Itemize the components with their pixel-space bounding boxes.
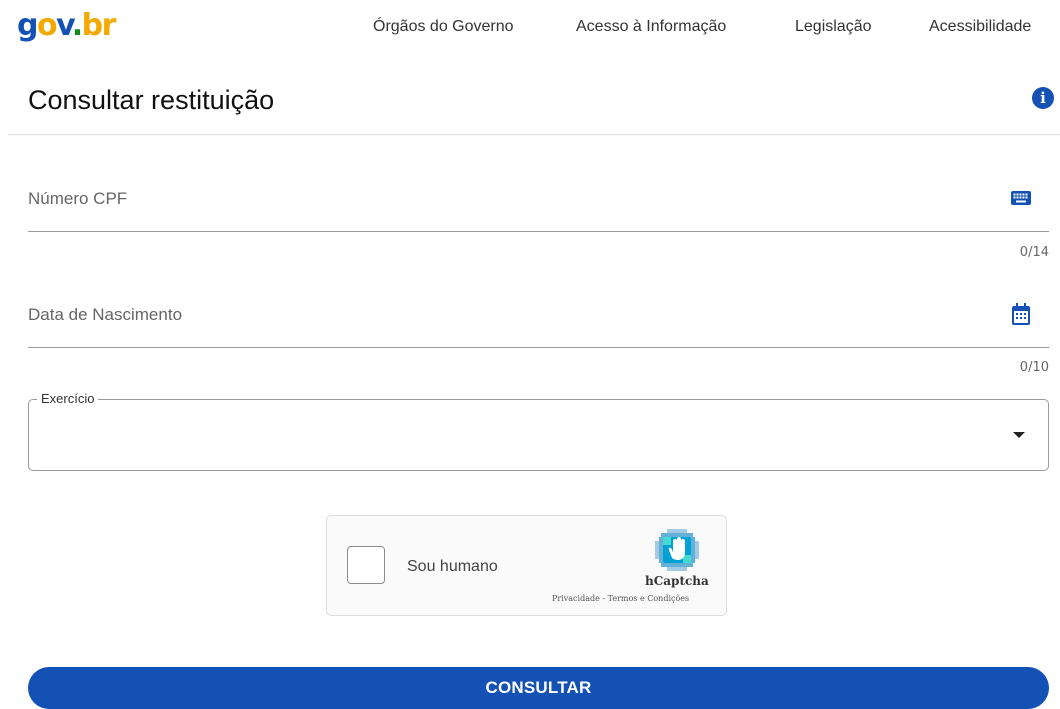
captcha-checkbox[interactable] (347, 546, 385, 584)
birthdate-field[interactable]: Data de Nascimento 0/10 (28, 287, 1049, 387)
keyboard-icon[interactable] (1011, 191, 1031, 205)
nav-link-legislacao[interactable]: Legislação (795, 18, 872, 36)
hcaptcha-widget: Sou humano hCaptcha Privacidade - Termos… (326, 515, 727, 616)
exercicio-select[interactable]: Exercício (28, 391, 1049, 471)
cpf-underline (28, 231, 1049, 232)
logo-letter-g: g (17, 8, 38, 43)
birthdate-counter: 0/10 (1019, 360, 1049, 375)
page-title-bar: Consultar restituição i (8, 62, 1060, 135)
hcaptcha-logo-icon (655, 529, 699, 571)
page-title: Consultar restituição (28, 85, 275, 115)
birthdate-label: Data de Nascimento (28, 305, 183, 324)
captcha-privacy-terms-links[interactable]: Privacidade - Termos e Condições (552, 594, 689, 603)
birthdate-underline (28, 347, 1049, 348)
logo-letters-br: br (81, 8, 117, 43)
nav-link-acesso-informacao[interactable]: Acesso à Informação (576, 18, 726, 36)
captcha-label: Sou humano (407, 558, 498, 575)
consultar-button[interactable]: CONSULTAR (28, 667, 1049, 709)
cpf-label: Número CPF (28, 189, 128, 208)
nav-link-orgaos[interactable]: Órgãos do Governo (373, 18, 514, 36)
logo-letter-o: o (36, 8, 58, 43)
dropdown-arrow-icon[interactable] (1013, 432, 1025, 438)
calendar-icon[interactable] (1012, 302, 1030, 326)
info-icon[interactable]: i (1032, 87, 1054, 109)
exercicio-label: Exercício (37, 391, 99, 407)
cpf-counter: 0/14 (1019, 245, 1049, 260)
hcaptcha-brand: hCaptcha (645, 574, 709, 588)
top-header: gov.br Órgãos do Governo Acesso à Inform… (0, 0, 1060, 62)
nav-link-acessibilidade[interactable]: Acessibilidade (929, 18, 1031, 36)
cpf-field[interactable]: Número CPF 0/14 (28, 170, 1049, 270)
govbr-logo[interactable]: gov.br (17, 6, 117, 46)
logo-dot: . (71, 8, 83, 43)
logo-letter-v: v (56, 8, 73, 43)
